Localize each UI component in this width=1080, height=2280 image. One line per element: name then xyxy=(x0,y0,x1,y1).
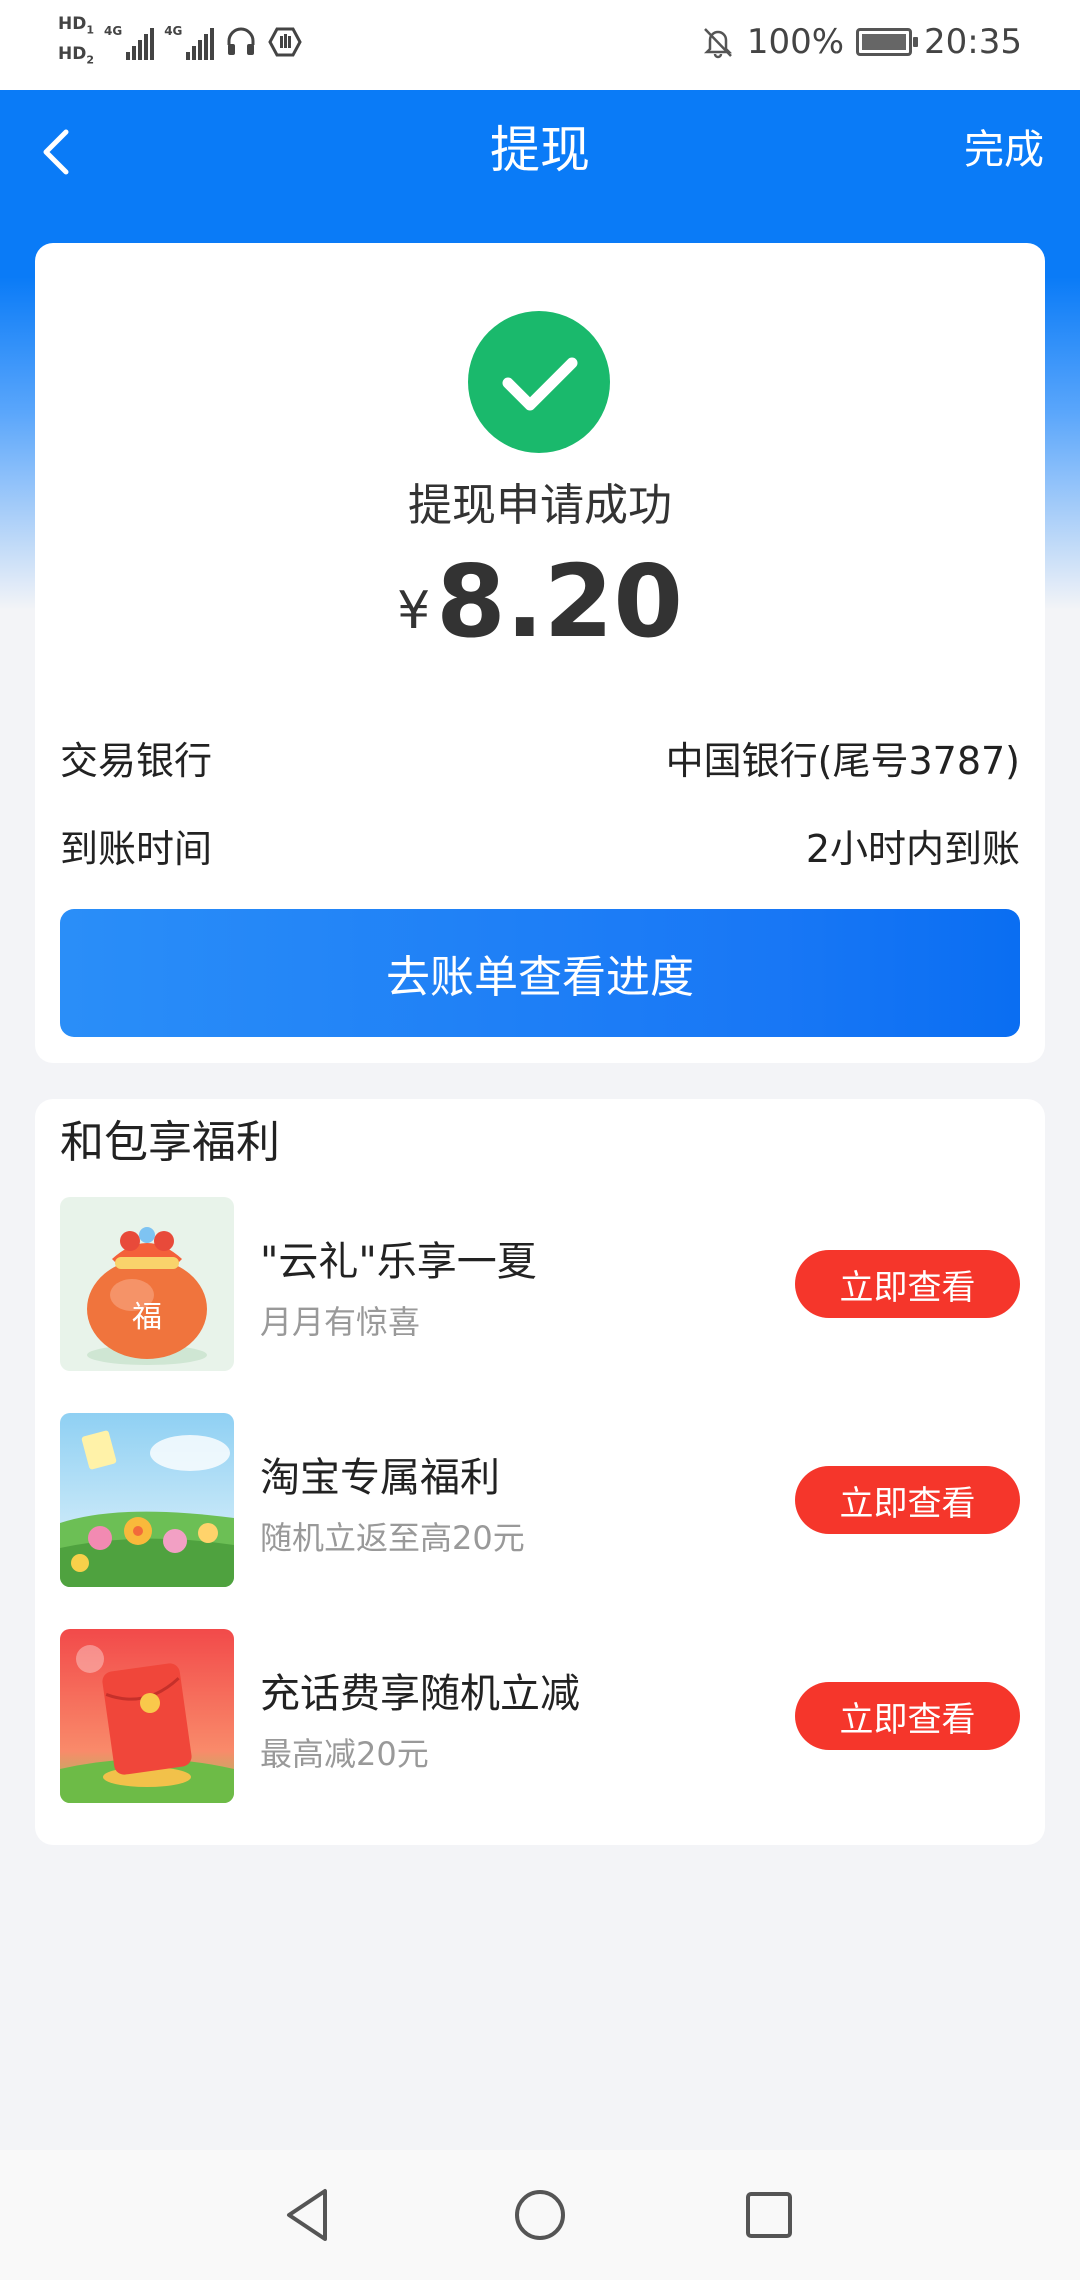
status-right: 100% 20:35 xyxy=(701,22,1022,62)
view-now-button[interactable]: 立即查看 xyxy=(795,1250,1020,1318)
view-now-button[interactable]: 立即查看 xyxy=(795,1682,1020,1750)
withdrawal-result-card: 提现申请成功 ¥8.20 交易银行 中国银行(尾号3787) 到账时间 2小时内… xyxy=(35,243,1045,1063)
amount-value: 8.20 xyxy=(436,543,683,660)
page-title: 提现 xyxy=(490,121,590,179)
flower-field-image xyxy=(60,1413,234,1587)
success-message: 提现申请成功 xyxy=(408,480,672,531)
benefit-title: "云礼"乐享一夏 xyxy=(260,1239,537,1285)
battery-percent: 100% xyxy=(746,22,845,62)
nav-bar: 提现 完成 xyxy=(0,90,1080,215)
bell-off-icon xyxy=(703,28,732,59)
sim1-indicator: HD1 xyxy=(58,14,94,40)
signal-2-icon: 4G xyxy=(164,24,215,61)
benefit-subtitle: 月月有惊喜 xyxy=(260,1303,421,1341)
network1-label: 4G xyxy=(104,24,123,39)
sim2-hd-label: HD xyxy=(58,44,87,65)
svg-text:福: 福 xyxy=(132,1300,162,1335)
sim2-index: 2 xyxy=(86,53,94,67)
arrival-time-label: 到账时间 xyxy=(60,826,213,871)
benefits-card: 和包享福利 福 "云礼"乐享一夏 月月有惊喜 立即查看 淘宝专属福利 随机立返至… xyxy=(35,1099,1045,1845)
arrival-time-row: 到账时间 2小时内到账 xyxy=(60,817,1020,873)
home-circle-icon[interactable] xyxy=(508,2183,572,2247)
withdraw-amount: ¥8.20 xyxy=(35,543,1045,660)
benefits-title: 和包享福利 xyxy=(60,1117,280,1168)
headset-icon xyxy=(227,27,255,56)
check-circle-icon xyxy=(468,311,610,453)
bank-row: 交易银行 中国银行(尾号3787) xyxy=(60,729,1020,785)
signal-1-icon: 4G xyxy=(104,24,155,61)
status-time: 20:35 xyxy=(924,22,1022,62)
sim-indicators: HD1 HD2 xyxy=(58,14,94,71)
benefit-subtitle: 随机立返至高20元 xyxy=(260,1519,525,1557)
battery-icon xyxy=(856,28,919,56)
back-triangle-icon[interactable] xyxy=(277,2183,341,2247)
network2-label: 4G xyxy=(164,24,183,39)
shield-icon xyxy=(268,27,303,57)
sim1-hd-label: HD xyxy=(58,14,87,34)
benefit-item[interactable]: 淘宝专属福利 随机立返至高20元 立即查看 xyxy=(60,1413,1020,1587)
sim1-index: 1 xyxy=(86,23,94,37)
arrival-time-value: 2小时内到账 xyxy=(805,826,1020,871)
recent-square-icon[interactable] xyxy=(737,2183,801,2247)
bank-value: 中国银行(尾号3787) xyxy=(665,738,1020,783)
red-envelope-image xyxy=(60,1629,234,1803)
battery-level-fill xyxy=(862,34,907,50)
benefit-subtitle: 最高减20元 xyxy=(260,1735,429,1773)
view-bill-progress-button[interactable]: 去账单查看进度 xyxy=(60,909,1020,1037)
system-nav-bar xyxy=(0,2150,1080,2280)
currency-symbol: ¥ xyxy=(397,581,431,641)
benefit-title: 淘宝专属福利 xyxy=(260,1455,500,1501)
lucky-bag-image: 福 xyxy=(60,1197,234,1371)
done-button[interactable]: 完成 xyxy=(964,124,1044,176)
bank-label: 交易银行 xyxy=(60,738,213,783)
benefit-title: 充话费享随机立减 xyxy=(260,1671,580,1717)
sim2-indicator: HD2 xyxy=(58,44,94,70)
status-left: HD1 HD2 4G 4G xyxy=(58,14,303,71)
status-bar: HD1 HD2 4G 4G 100% 20:35 xyxy=(0,0,1080,90)
benefit-item[interactable]: 福 "云礼"乐享一夏 月月有惊喜 立即查看 xyxy=(60,1197,1020,1371)
view-now-button[interactable]: 立即查看 xyxy=(795,1466,1020,1534)
benefit-item[interactable]: 充话费享随机立减 最高减20元 立即查看 xyxy=(60,1629,1020,1803)
